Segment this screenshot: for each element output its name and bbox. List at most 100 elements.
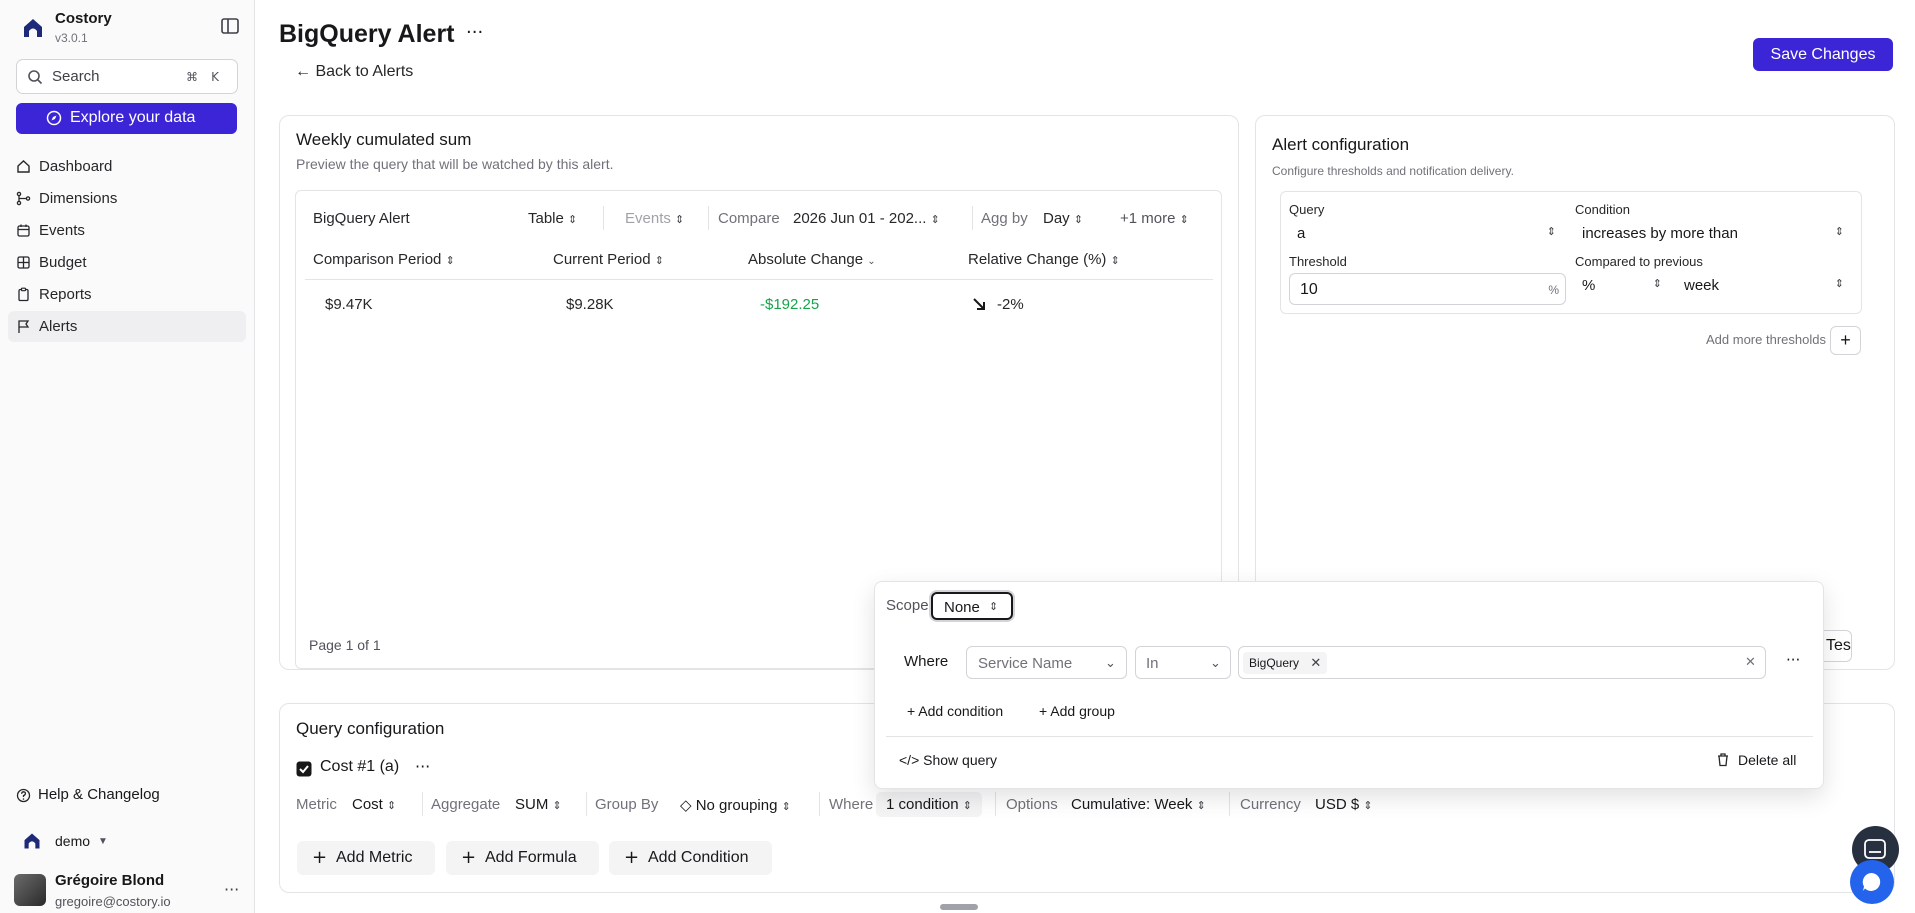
divider — [972, 206, 973, 230]
user-email: gregoire@costory.io — [55, 894, 171, 909]
divider — [995, 792, 996, 816]
where-conditions-select[interactable]: 1 condition ⇕ — [876, 792, 982, 817]
nav-item-reports[interactable]: Reports — [8, 279, 246, 310]
add-condition-button[interactable]: + Add Condition — [609, 841, 772, 875]
nav-label: Events — [39, 222, 85, 239]
value-chip[interactable]: BigQuery ✕ — [1243, 652, 1328, 674]
column-header[interactable]: Relative Change (%) ⇕ — [968, 251, 1120, 268]
nav-item-events[interactable]: Events — [8, 215, 246, 246]
checkbox-checked-icon[interactable] — [296, 761, 312, 777]
more-icon[interactable]: ··· — [415, 757, 430, 776]
grouping-icon: ◇ — [680, 796, 692, 814]
groupby-select[interactable]: ◇ No grouping ⇕ — [680, 796, 791, 814]
search-button[interactable]: Search ⌘ K — [16, 59, 238, 94]
where-filter-popover: Scope None ⇕ Where Service Name ⌄ In ⌄ B… — [874, 581, 1824, 789]
field-select[interactable]: Service Name ⌄ — [966, 646, 1127, 679]
compare-label: Compare — [718, 210, 780, 227]
column-header[interactable]: Current Period ⇕ — [553, 251, 664, 268]
condition-select[interactable]: increases by more than ⇕ — [1574, 218, 1852, 248]
org-switcher[interactable]: demo ▼ — [22, 831, 122, 853]
org-logo-icon — [24, 833, 40, 849]
shortcut-cmd: ⌘ — [186, 70, 198, 84]
divider — [708, 206, 709, 230]
aggregate-label: Aggregate — [431, 796, 501, 813]
app-version: v3.0.1 — [55, 31, 88, 45]
add-threshold-button[interactable]: + — [1830, 326, 1861, 355]
more-options-select[interactable]: +1 more ⇕ — [1120, 210, 1189, 227]
delete-all-button[interactable]: Delete all — [1716, 751, 1812, 771]
chevron-down-icon: ⌄ — [1210, 655, 1221, 670]
user-menu[interactable]: Grégoire Blond gregoire@costory.io ··· — [14, 872, 244, 912]
plus-icon: + — [624, 847, 640, 868]
compared-period-select[interactable]: week ⇕ — [1676, 270, 1852, 300]
show-query-button[interactable]: </> Show query — [899, 752, 997, 768]
user-name: Grégoire Blond — [55, 872, 165, 889]
avatar — [14, 874, 46, 906]
chevrons-updown-icon: ⇕ — [1363, 799, 1373, 812]
more-icon[interactable]: ··· — [224, 880, 239, 899]
chevrons-updown-icon: ⇕ — [1834, 225, 1844, 238]
values-multiselect[interactable]: BigQuery ✕ ✕ — [1238, 646, 1766, 679]
sort-icon: ⇕ — [1110, 254, 1120, 267]
sort-desc-icon: ⌄ — [867, 256, 876, 267]
divider — [1229, 792, 1230, 816]
compass-icon — [46, 110, 62, 126]
aggregate-select[interactable]: SUM ⇕ — [515, 796, 562, 813]
more-icon[interactable]: ··· — [1786, 651, 1800, 669]
view-select[interactable]: Table ⇕ — [528, 210, 577, 227]
column-header[interactable]: Absolute Change ⌄ — [748, 251, 876, 268]
currency-label: Currency — [1240, 796, 1301, 813]
back-to-alerts-link[interactable]: ← Back to Alerts — [295, 63, 413, 81]
compared-unit-select[interactable]: % ⇕ — [1574, 270, 1670, 300]
add-formula-button[interactable]: + Add Formula — [446, 841, 599, 875]
shortcut-key: K — [211, 70, 219, 84]
preview-title: Weekly cumulated sum — [296, 130, 472, 149]
search-icon — [28, 70, 43, 85]
table-divider — [305, 279, 1213, 280]
nav-label: Budget — [39, 254, 87, 271]
budget-icon — [17, 256, 30, 269]
currency-select[interactable]: USD $ ⇕ — [1315, 796, 1373, 813]
operator-select[interactable]: In ⌄ — [1135, 646, 1231, 679]
chevrons-updown-icon: ⇕ — [568, 213, 578, 226]
metric-select[interactable]: Cost ⇕ — [352, 796, 396, 813]
chevrons-updown-icon: ⇕ — [1196, 799, 1206, 812]
compare-select[interactable]: 2026 Jun 01 - 202... ⇕ — [793, 210, 940, 227]
brand[interactable]: Costory v3.0.1 — [18, 8, 243, 48]
chevrons-updown-icon: ⇕ — [1834, 277, 1844, 290]
sidebar-toggle-icon[interactable] — [220, 16, 240, 36]
arrow-down-right-icon — [973, 298, 985, 310]
events-select[interactable]: Events ⇕ — [625, 210, 684, 227]
unit-label: % — [1548, 283, 1559, 297]
remove-chip-icon[interactable]: ✕ — [1310, 655, 1321, 670]
agg-select[interactable]: Day ⇕ — [1043, 210, 1083, 227]
add-metric-button[interactable]: + Add Metric — [297, 841, 435, 875]
query-select[interactable]: a ⇕ — [1289, 218, 1564, 248]
app-name: Costory — [55, 10, 112, 27]
add-group-link[interactable]: + Add group — [1039, 703, 1115, 719]
threshold-input[interactable]: 10% — [1289, 273, 1566, 305]
nav-label: Dashboard — [39, 158, 113, 175]
options-select[interactable]: Cumulative: Week ⇕ — [1071, 796, 1206, 813]
explore-data-button[interactable]: Explore your data — [16, 103, 237, 134]
nav-item-dashboard[interactable]: Dashboard — [8, 151, 246, 182]
resize-handle[interactable] — [940, 904, 978, 910]
nav-item-budget[interactable]: Budget — [8, 247, 246, 278]
divider — [422, 792, 423, 816]
org-name: demo — [55, 833, 91, 849]
flag-icon — [18, 320, 30, 333]
chat-launcher-button[interactable] — [1850, 860, 1894, 904]
threshold-label: Threshold — [1289, 254, 1347, 269]
query-label: Query — [1289, 202, 1325, 217]
save-changes-button[interactable]: Save Changes — [1753, 38, 1893, 71]
more-icon[interactable]: ··· — [466, 22, 483, 43]
scope-select[interactable]: None ⇕ — [931, 592, 1013, 620]
chat-window-icon — [1864, 839, 1886, 859]
nav-item-dimensions[interactable]: Dimensions — [8, 183, 246, 214]
alert-config-title: Alert configuration — [1272, 135, 1410, 154]
clear-icon[interactable]: ✕ — [1745, 654, 1756, 670]
nav-item-alerts[interactable]: Alerts — [8, 311, 246, 342]
add-condition-link[interactable]: + Add condition — [907, 703, 1003, 719]
column-header[interactable]: Comparison Period ⇕ — [313, 251, 455, 268]
trash-icon — [1718, 753, 1728, 767]
